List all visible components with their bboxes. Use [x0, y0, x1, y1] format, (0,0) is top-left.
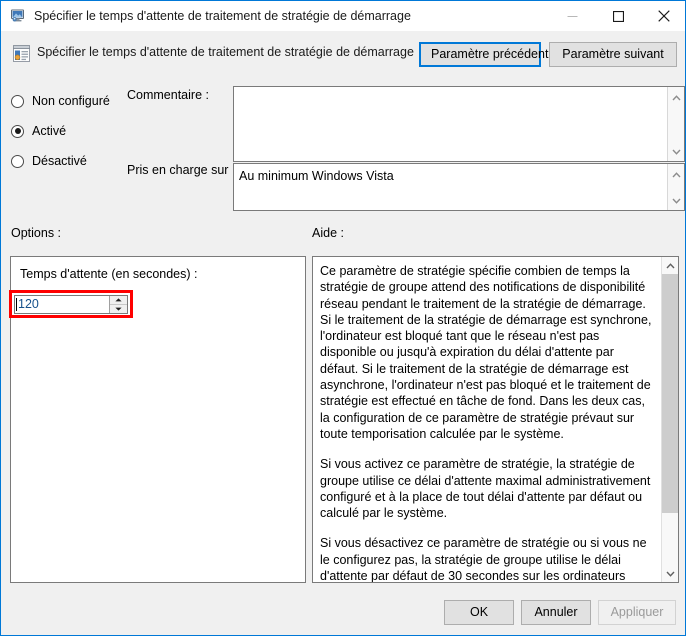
- close-icon[interactable]: [641, 1, 685, 31]
- radio-not-configured-label: Non configuré: [32, 94, 110, 108]
- radio-not-configured-mark: [11, 94, 24, 108]
- radio-enabled[interactable]: Activé: [11, 118, 131, 144]
- help-paragraph: Ce paramètre de stratégie spécifie combi…: [320, 264, 652, 441]
- chevron-down-icon[interactable]: [671, 144, 681, 158]
- wait-time-stepper[interactable]: 120: [14, 295, 128, 314]
- wait-time-input[interactable]: 120: [15, 296, 109, 313]
- supported-on-label: Pris en charge sur :: [127, 163, 236, 177]
- radio-disabled[interactable]: Désactivé: [11, 148, 131, 174]
- stepper-buttons: [109, 296, 127, 313]
- previous-setting-button[interactable]: Paramètre précédent: [419, 42, 548, 67]
- setting-header: Spécifier le temps d'attente de traiteme…: [2, 31, 685, 78]
- stepper-up-icon[interactable]: [110, 296, 127, 304]
- help-section-label: Aide :: [312, 226, 344, 240]
- help-scrollbar-thumb[interactable]: [662, 274, 678, 513]
- radio-disabled-mark: [11, 154, 24, 168]
- policy-state-radio-group: Non configuré Activé Désactivé: [11, 88, 131, 178]
- options-section-label: Options :: [11, 226, 62, 240]
- stepper-down-icon[interactable]: [110, 304, 127, 313]
- window-controls: [549, 1, 685, 31]
- help-text: Ce paramètre de stratégie spécifie combi…: [313, 257, 661, 582]
- chevron-up-icon[interactable]: [671, 90, 681, 104]
- help-scrollbar[interactable]: [661, 257, 678, 582]
- wait-time-label: Temps d'attente (en secondes) :: [20, 267, 198, 281]
- chevron-down-icon[interactable]: [671, 193, 681, 207]
- chevron-up-icon[interactable]: [671, 167, 681, 181]
- supported-on-scrollbar[interactable]: [667, 164, 684, 210]
- comment-label: Commentaire :: [127, 88, 209, 102]
- ok-button[interactable]: OK: [444, 600, 514, 625]
- radio-disabled-label: Désactivé: [32, 154, 87, 168]
- maximize-icon[interactable]: [595, 1, 641, 31]
- help-paragraph: Si vous désactivez ce paramètre de strat…: [320, 536, 647, 582]
- help-scrollbar-track[interactable]: [662, 274, 678, 565]
- comment-textarea[interactable]: [233, 86, 685, 162]
- help-paragraph: Si vous activez ce paramètre de stratégi…: [320, 457, 651, 521]
- radio-enabled-label: Activé: [32, 124, 67, 138]
- help-panel: Ce paramètre de stratégie spécifie combi…: [312, 256, 679, 583]
- supported-on-textarea[interactable]: Au minimum Windows Vista: [233, 163, 685, 211]
- supported-on-value: Au minimum Windows Vista: [239, 169, 394, 183]
- minimize-icon[interactable]: [549, 1, 595, 31]
- comment-value[interactable]: [234, 87, 667, 161]
- policy-setting-dialog: Spécifier le temps d'attente de traiteme…: [0, 0, 686, 636]
- radio-enabled-mark: [11, 124, 24, 138]
- cancel-button[interactable]: Annuler: [521, 600, 591, 625]
- chevron-up-icon[interactable]: [662, 257, 678, 274]
- window-title: Spécifier le temps d'attente de traiteme…: [34, 9, 411, 23]
- radio-not-configured[interactable]: Non configuré: [11, 88, 131, 114]
- next-setting-button[interactable]: Paramètre suivant: [549, 42, 677, 67]
- computer-monitor-icon: [10, 8, 26, 24]
- chevron-down-icon[interactable]: [662, 565, 678, 582]
- apply-button: Appliquer: [598, 600, 676, 625]
- title-bar[interactable]: Spécifier le temps d'attente de traiteme…: [1, 0, 685, 31]
- comment-scrollbar[interactable]: [667, 87, 684, 161]
- policy-setting-name: Spécifier le temps d'attente de traiteme…: [37, 45, 414, 59]
- group-policy-setting-icon: [12, 44, 31, 63]
